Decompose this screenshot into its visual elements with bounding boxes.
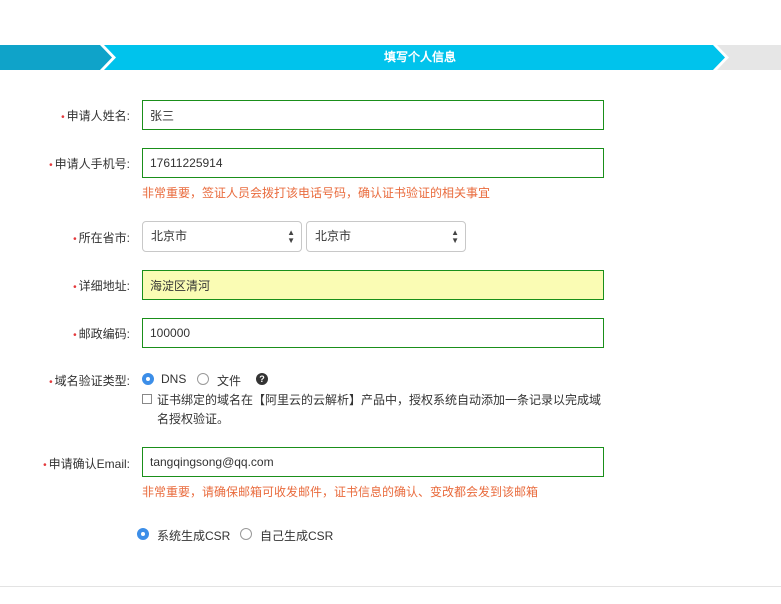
province-select-value: 北京市 — [151, 229, 188, 243]
dns-radio-label[interactable]: DNS — [161, 372, 186, 386]
required-mark: • — [61, 112, 65, 123]
phone-label: • 申请人手机号: — [0, 155, 130, 171]
system-csr-radio[interactable] — [137, 528, 149, 540]
phone-label-text: 申请人手机号: — [54, 157, 130, 171]
step-next — [717, 45, 781, 70]
address-label-text: 详细地址: — [78, 279, 130, 293]
email-label: • 申请确认Email: — [0, 455, 130, 471]
postcode-label-text: 邮政编码: — [78, 327, 130, 341]
name-label-text: 申请人姓名: — [66, 109, 130, 123]
address-input[interactable] — [142, 270, 604, 300]
required-mark: • — [73, 234, 77, 245]
help-icon[interactable]: ? — [256, 373, 268, 385]
domain-verify-label: • 域名验证类型: — [0, 372, 130, 388]
step-current-label: 填写个人信息 — [383, 50, 456, 64]
own-csr-radio[interactable] — [240, 528, 252, 540]
postcode-label: • 邮政编码: — [0, 325, 130, 341]
select-arrows-icon: ▲ ▼ — [451, 227, 459, 245]
dns-radio[interactable] — [142, 373, 154, 385]
file-radio[interactable] — [197, 373, 209, 385]
region-label: • 所在省市: — [0, 229, 130, 245]
auto-dns-checkbox[interactable] — [142, 394, 152, 404]
file-radio-label[interactable]: 文件 — [217, 372, 241, 389]
phone-input[interactable] — [142, 148, 604, 178]
region-label-text: 所在省市: — [78, 231, 130, 245]
name-input[interactable] — [142, 100, 604, 130]
required-mark: • — [43, 460, 47, 471]
email-hint: 非常重要，请确保邮箱可收发邮件，证书信息的确认、变改都会发到该邮箱 — [142, 485, 539, 499]
own-csr-radio-label[interactable]: 自己生成CSR — [260, 527, 333, 544]
name-label: • 申请人姓名: — [0, 107, 130, 123]
required-mark: • — [49, 160, 53, 171]
required-mark: • — [73, 282, 77, 293]
required-mark: • — [73, 330, 77, 341]
phone-hint: 非常重要，签证人员会拨打该电话号码，确认证书验证的相关事宜 — [142, 186, 491, 200]
city-select[interactable]: 北京市 ▲ ▼ — [306, 221, 466, 252]
postcode-input[interactable] — [142, 318, 604, 348]
step-previous — [0, 45, 112, 70]
address-label: • 详细地址: — [0, 277, 130, 293]
divider — [0, 586, 781, 587]
domain-verify-label-text: 域名验证类型: — [54, 374, 130, 388]
required-mark: • — [49, 377, 53, 388]
auto-dns-checkbox-label[interactable]: 证书绑定的域名在【阿里云的云解析】产品中，授权系统自动添加一条记录以完成域名授权… — [157, 391, 607, 429]
email-input[interactable] — [142, 447, 604, 477]
select-arrows-icon: ▲ ▼ — [287, 227, 295, 245]
province-select[interactable]: 北京市 ▲ ▼ — [142, 221, 302, 252]
system-csr-radio-label[interactable]: 系统生成CSR — [157, 527, 230, 544]
city-select-value: 北京市 — [315, 229, 352, 243]
step-progress-bar: 填写个人信息 — [0, 45, 781, 70]
email-label-text: 申请确认Email: — [48, 457, 130, 471]
